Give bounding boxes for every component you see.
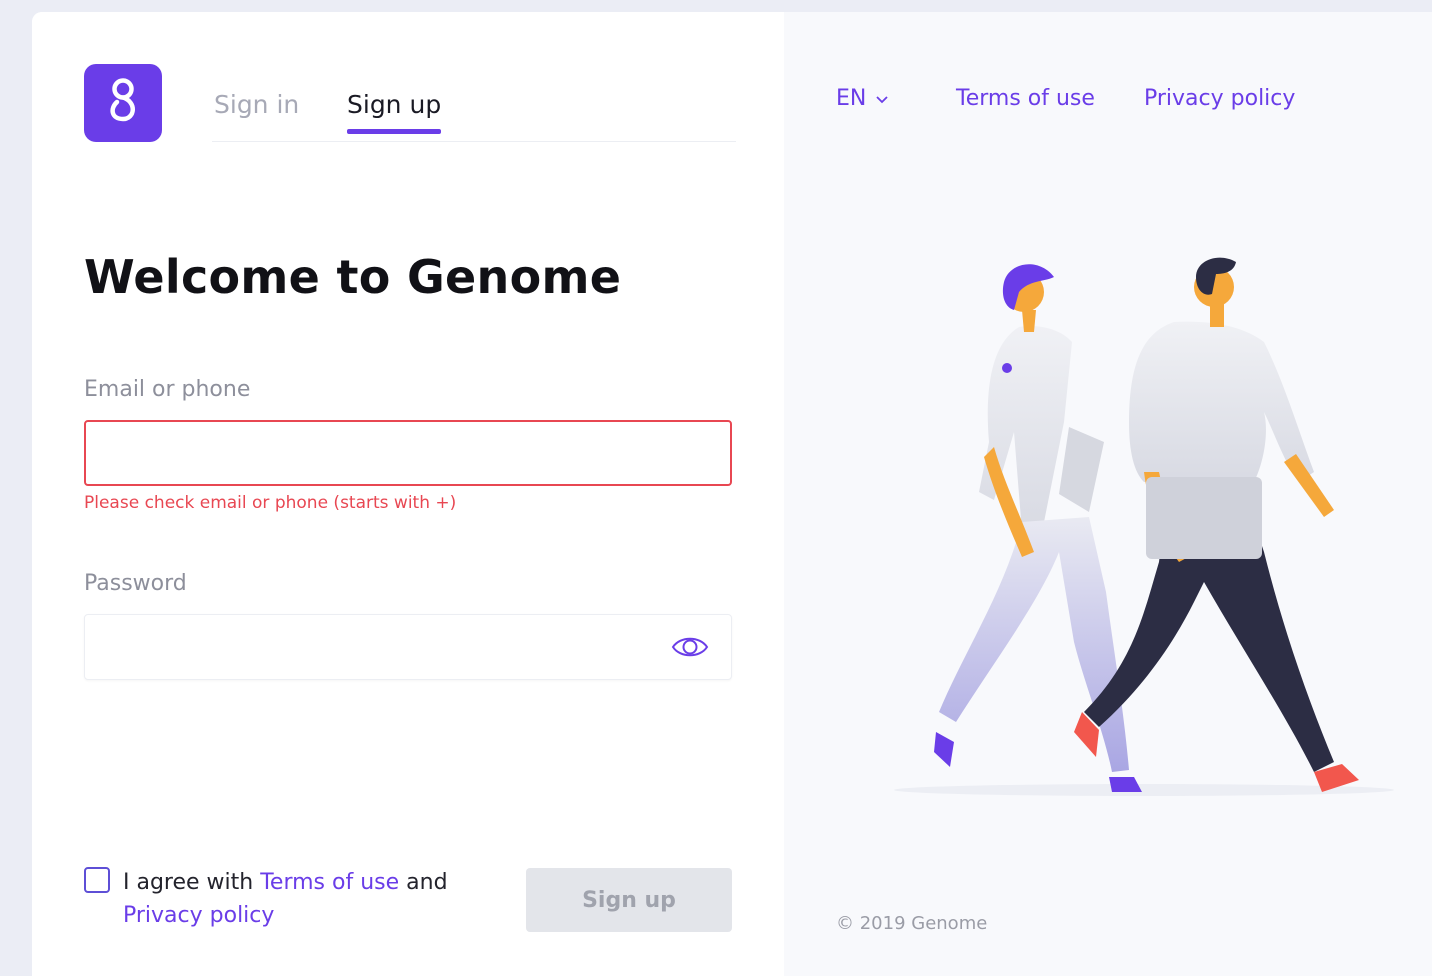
sign-up-button[interactable]: Sign up xyxy=(526,868,732,932)
tab-sign-in[interactable]: Sign in xyxy=(214,90,299,133)
email-field[interactable] xyxy=(84,420,732,486)
genome-logo-icon xyxy=(84,64,162,142)
agree-conjunction: and xyxy=(406,870,448,895)
language-label: EN xyxy=(836,86,867,111)
privacy-policy-link[interactable]: Privacy policy xyxy=(123,903,274,928)
terms-of-use-link[interactable]: Terms of use xyxy=(260,870,399,895)
walking-people-illustration xyxy=(894,257,1394,796)
agree-checkbox[interactable] xyxy=(84,867,110,893)
password-label: Password xyxy=(84,571,187,596)
tab-sign-up[interactable]: Sign up xyxy=(347,90,442,134)
header-privacy-link[interactable]: Privacy policy xyxy=(1144,86,1295,111)
auth-card: Sign in Sign up Welcome to Genome Email … xyxy=(32,12,1432,976)
chevron-down-icon xyxy=(876,95,888,103)
agree-prefix: I agree with xyxy=(123,870,254,895)
email-label: Email or phone xyxy=(84,377,251,402)
language-selector[interactable]: EN xyxy=(836,86,890,111)
page-title: Welcome to Genome xyxy=(84,250,622,304)
auth-tabs: Sign in Sign up xyxy=(212,86,736,142)
copyright-text: © 2019 Genome xyxy=(836,913,988,934)
eye-icon[interactable] xyxy=(670,630,710,664)
email-error-message: Please check email or phone (starts with… xyxy=(84,493,457,513)
agreement-text: I agree with Terms of use and Privacy po… xyxy=(123,866,453,932)
header-terms-link[interactable]: Terms of use xyxy=(956,86,1095,111)
password-field[interactable] xyxy=(84,614,732,680)
sign-up-panel: Sign in Sign up Welcome to Genome Email … xyxy=(32,12,784,976)
illustration-panel: EN Terms of use Privacy policy © 2019 Ge… xyxy=(784,12,1432,976)
